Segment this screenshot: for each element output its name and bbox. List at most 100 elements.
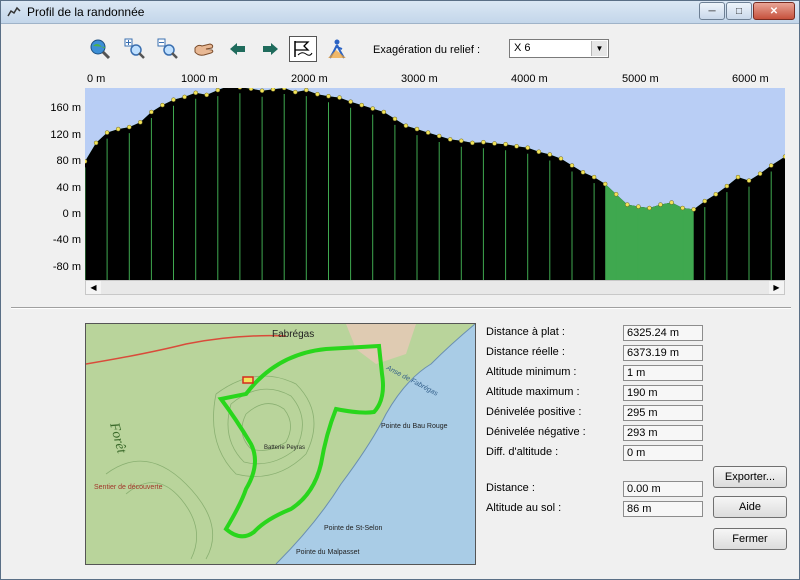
profile-point[interactable]: [503, 141, 508, 147]
profile-point[interactable]: [392, 116, 398, 122]
profile-point[interactable]: [160, 102, 165, 108]
profile-point[interactable]: [293, 89, 298, 95]
profile-point[interactable]: [337, 95, 342, 100]
profile-point[interactable]: [436, 133, 442, 139]
relief-exaggeration-select[interactable]: X 6 ▼: [509, 39, 609, 58]
cursor-distance-value: 0.00 m: [623, 481, 703, 497]
profile-point[interactable]: [580, 170, 586, 175]
profile-point[interactable]: [93, 140, 99, 146]
profile-point[interactable]: [757, 171, 763, 176]
stat-label-positive-gain: Dénivelée positive :: [486, 406, 582, 418]
profile-point[interactable]: [281, 88, 287, 91]
window-title: Profil de la randonnée: [27, 5, 145, 19]
hiker-icon: [328, 39, 346, 59]
profile-point[interactable]: [746, 178, 752, 183]
elevation-profile-chart[interactable]: [85, 88, 785, 280]
map-label-batterie: Batterie Peyras: [264, 445, 305, 451]
close-dialog-button[interactable]: Fermer: [713, 528, 787, 550]
profile-point[interactable]: [470, 140, 475, 146]
next-button[interactable]: [258, 38, 282, 60]
profile-point[interactable]: [414, 126, 420, 132]
profile-point[interactable]: [104, 130, 110, 135]
profile-point[interactable]: [381, 109, 387, 115]
profile-point[interactable]: [85, 159, 88, 164]
profile-point[interactable]: [768, 163, 774, 168]
profile-point[interactable]: [326, 93, 331, 99]
profile-mode-button[interactable]: [289, 36, 317, 62]
profile-point[interactable]: [735, 174, 741, 180]
profile-point[interactable]: [403, 123, 409, 128]
pan-hand-button[interactable]: [192, 38, 216, 60]
x-tick-label: 0 m: [87, 73, 106, 85]
scroll-right-arrow[interactable]: ▶: [769, 281, 784, 294]
stat-label-negative-gain: Dénivelée négative :: [486, 426, 586, 438]
profile-point[interactable]: [569, 163, 575, 168]
profile-point[interactable]: [525, 145, 530, 150]
title-bar[interactable]: Profil de la randonnée ─ □ ✕: [1, 1, 799, 24]
profile-point[interactable]: [193, 90, 198, 96]
profile-point[interactable]: [558, 156, 564, 161]
profile-point[interactable]: [680, 205, 685, 211]
previous-button[interactable]: [226, 38, 250, 60]
zoom-globe-button[interactable]: [88, 38, 112, 60]
hand-pan-icon: [194, 43, 214, 56]
profile-point[interactable]: [259, 88, 265, 93]
profile-point[interactable]: [115, 126, 121, 132]
minimize-button[interactable]: ─: [699, 2, 725, 20]
profile-point[interactable]: [602, 181, 608, 187]
y-tick-label: 40 m: [56, 182, 81, 194]
profile-point[interactable]: [182, 94, 187, 100]
profile-point[interactable]: [127, 124, 132, 130]
profile-point[interactable]: [481, 139, 486, 145]
profile-point[interactable]: [204, 92, 209, 98]
profile-point[interactable]: [359, 102, 364, 108]
profile-point[interactable]: [270, 88, 276, 92]
close-button[interactable]: ✕: [753, 2, 795, 20]
profile-point[interactable]: [248, 88, 254, 91]
chevron-down-icon[interactable]: ▼: [591, 41, 607, 56]
profile-point[interactable]: [691, 207, 696, 212]
profile-point[interactable]: [591, 174, 597, 180]
profile-point[interactable]: [713, 192, 719, 197]
export-button[interactable]: Exporter...: [713, 466, 787, 488]
x-tick-label: 6000 m: [732, 73, 769, 85]
profile-point[interactable]: [315, 91, 320, 97]
profile-point[interactable]: [425, 130, 431, 135]
zoom-in-icon: [124, 38, 145, 59]
profile-point[interactable]: [625, 202, 630, 207]
profile-point[interactable]: [304, 88, 309, 93]
profile-point[interactable]: [669, 200, 674, 205]
profile-point[interactable]: [215, 88, 221, 93]
profile-point[interactable]: [724, 183, 730, 189]
help-button[interactable]: Aide: [713, 496, 787, 518]
profile-point[interactable]: [647, 205, 652, 211]
profile-point[interactable]: [138, 120, 143, 125]
profile-point[interactable]: [658, 202, 663, 207]
profile-point[interactable]: [613, 192, 619, 197]
profile-point[interactable]: [702, 198, 708, 204]
stat-value-altitude-min: 1 m: [623, 365, 703, 381]
profile-point[interactable]: [171, 97, 176, 102]
y-tick-label: 120 m: [50, 129, 81, 141]
route-map[interactable]: Fabrégas Anse de Fabrégas Pointe du Bau …: [85, 323, 476, 565]
maximize-button[interactable]: □: [726, 2, 752, 20]
profile-point[interactable]: [447, 137, 453, 142]
x-tick-label: 1000 m: [181, 73, 218, 85]
zoom-out-button[interactable]: [156, 38, 180, 60]
y-tick-label: -40 m: [52, 234, 81, 246]
profile-point[interactable]: [547, 152, 553, 157]
profile-point[interactable]: [348, 99, 353, 104]
profile-point[interactable]: [514, 144, 519, 149]
scroll-left-arrow[interactable]: ◀: [86, 281, 101, 294]
profile-point[interactable]: [459, 138, 464, 144]
stat-value-positive-gain: 295 m: [623, 405, 703, 421]
profile-point[interactable]: [536, 149, 542, 155]
profile-point[interactable]: [492, 141, 497, 146]
zoom-in-button[interactable]: [123, 38, 147, 60]
horizontal-scrollbar[interactable]: ◀ ▶: [85, 280, 785, 295]
profile-point[interactable]: [782, 154, 785, 159]
profile-point[interactable]: [370, 106, 375, 111]
profile-point[interactable]: [636, 204, 641, 209]
hiker-button[interactable]: [325, 38, 349, 60]
profile-point[interactable]: [149, 109, 154, 115]
